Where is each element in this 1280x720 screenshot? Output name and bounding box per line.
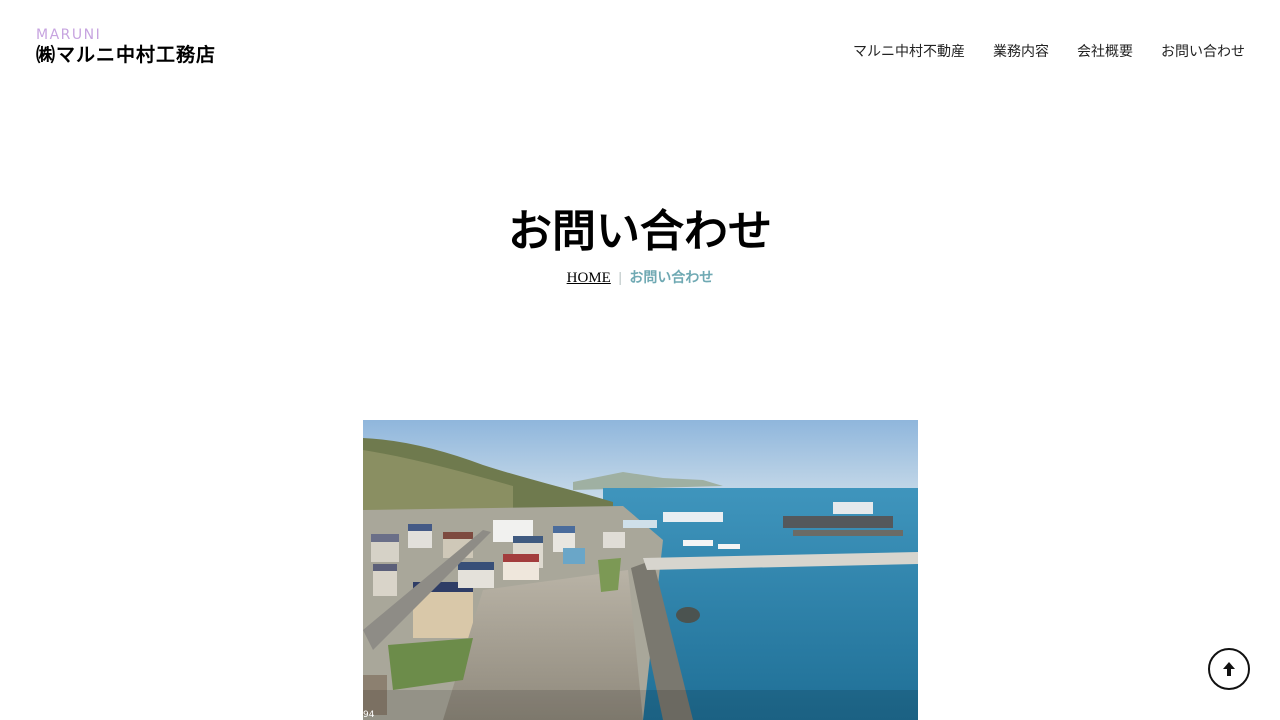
logo-subtitle: MARUNI	[36, 27, 102, 43]
site-logo[interactable]: MARUNI ㈱マルニ中村工務店	[36, 28, 216, 67]
main-nav: マルニ中村不動産 業務内容 会社概要 お問い合わせ	[825, 43, 1245, 61]
harbor-photo	[363, 420, 918, 720]
breadcrumb: HOME | お問い合わせ	[0, 268, 1280, 287]
nav-item-company[interactable]: 会社概要	[1077, 43, 1133, 61]
arrow-up-icon	[1223, 662, 1235, 676]
breadcrumb-current: お問い合わせ	[629, 270, 714, 286]
page-title: お問い合わせ	[508, 206, 772, 257]
logo-title: ㈱マルニ中村工務店	[36, 44, 217, 66]
nav-item-real-estate[interactable]: マルニ中村不動産	[853, 43, 965, 61]
site-header: MARUNI ㈱マルニ中村工務店 マルニ中村不動産 業務内容 会社概要 お問い合…	[0, 0, 1280, 100]
nav-item-services[interactable]: 業務内容	[993, 43, 1049, 61]
breadcrumb-separator: |	[618, 270, 622, 286]
breadcrumb-home-link[interactable]: HOME	[567, 270, 611, 286]
photo-corner-label: 94	[363, 710, 375, 720]
nav-item-contact[interactable]: お問い合わせ	[1161, 43, 1245, 61]
back-to-top-button[interactable]	[1208, 648, 1250, 690]
